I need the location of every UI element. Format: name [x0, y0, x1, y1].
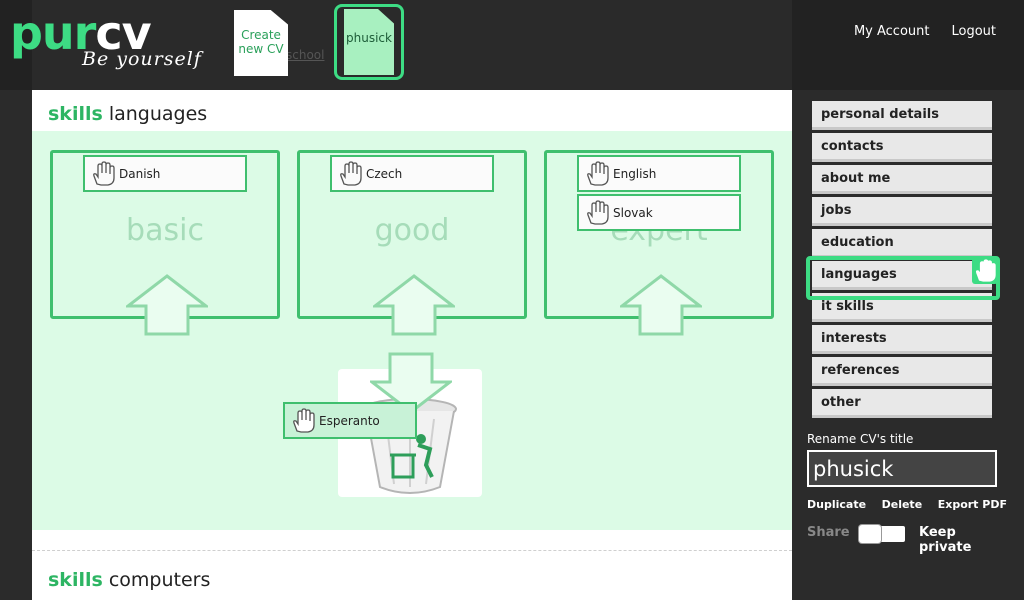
share-toggle-knob[interactable]: [859, 525, 881, 543]
section-divider: [32, 550, 792, 551]
drag-hand-icon: [93, 160, 115, 186]
duplicate-button[interactable]: Duplicate: [807, 498, 866, 511]
arrow-up-icon: [620, 274, 702, 336]
top-bar: purcv Be yourself school Create new CV p…: [0, 0, 1024, 90]
cv-actions: Duplicate Delete Export PDF: [807, 498, 1007, 511]
sidebar-item-other[interactable]: other: [812, 389, 992, 418]
rename-cv-input[interactable]: [807, 450, 997, 487]
arrow-up-icon: [126, 274, 208, 336]
language-name: English: [613, 166, 657, 181]
section-title-rest: languages: [108, 103, 208, 125]
my-account-link[interactable]: My Account: [854, 24, 930, 39]
cv-document-label: phusick: [346, 31, 392, 45]
section-title-languages: skills languages: [48, 103, 207, 125]
share-label: Share: [807, 525, 850, 540]
sidebar-item-jobs[interactable]: jobs: [812, 197, 992, 226]
section-title-rest: computers: [108, 569, 211, 591]
logout-link[interactable]: Logout: [951, 24, 996, 39]
sidebar-item-references[interactable]: references: [812, 357, 992, 386]
main-content: skills languages basic good expert Danis…: [32, 90, 792, 600]
export-pdf-button[interactable]: Export PDF: [938, 498, 1007, 511]
section-title-bold: skills: [48, 103, 103, 125]
share-toggle[interactable]: [859, 525, 905, 543]
delete-button[interactable]: Delete: [882, 498, 923, 511]
sidebar-item-education[interactable]: education: [812, 229, 992, 258]
create-new-cv-label: Create new CV: [238, 28, 284, 56]
arrow-up-icon: [373, 274, 455, 336]
sidebar-item-interests[interactable]: interests: [812, 325, 992, 354]
drag-hand-icon: [587, 160, 609, 186]
language-name: Slovak: [613, 205, 653, 220]
language-name: Danish: [119, 166, 161, 181]
cv-document-phusick[interactable]: phusick: [344, 9, 394, 75]
sidebar: personal details contacts about me jobs …: [792, 90, 1024, 600]
sidebar-selected-highlight: [806, 256, 1000, 300]
account-links: My Account Logout: [854, 24, 996, 39]
sidebar-item-about-me[interactable]: about me: [812, 165, 992, 194]
language-name: Czech: [366, 166, 403, 181]
drag-hand-icon: [587, 199, 609, 225]
drag-handle[interactable]: [972, 258, 998, 284]
sidebar-item-contacts[interactable]: contacts: [812, 133, 992, 162]
level-label-good: good: [374, 213, 450, 248]
language-chip-danish[interactable]: Danish: [83, 155, 247, 192]
language-chip-english[interactable]: English: [577, 155, 741, 192]
language-chip-esperanto-dragging[interactable]: Esperanto: [283, 402, 417, 439]
purcv-logo[interactable]: purcv Be yourself: [10, 8, 201, 70]
keep-private-label: Keep private: [919, 525, 972, 555]
drag-hand-icon: [340, 160, 362, 186]
ghost-school-link[interactable]: school: [286, 48, 324, 62]
share-row: Share Keep private: [807, 524, 1007, 555]
logo-tagline: Be yourself: [82, 48, 202, 70]
section-title-bold: skills: [48, 569, 103, 591]
rename-cv-label: Rename CV's title: [807, 432, 914, 446]
drag-hand-icon: [975, 259, 996, 282]
language-chip-slovak[interactable]: Slovak: [577, 194, 741, 231]
sidebar-item-personal-details[interactable]: personal details: [812, 101, 992, 130]
create-new-cv-button[interactable]: Create new CV: [234, 10, 288, 76]
section-title-computers: skills computers: [48, 569, 210, 591]
language-name: Esperanto: [319, 413, 380, 428]
language-chip-czech[interactable]: Czech: [330, 155, 494, 192]
drag-hand-icon: [293, 407, 315, 433]
level-label-basic: basic: [126, 213, 204, 248]
languages-drop-area: basic good expert Danish Czech English: [32, 131, 792, 530]
